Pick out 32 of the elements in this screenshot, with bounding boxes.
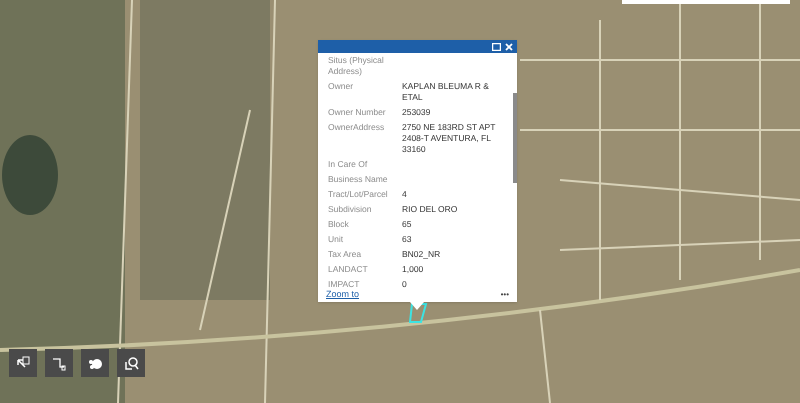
measure-tool-button[interactable]	[45, 349, 73, 377]
zoom-to-link[interactable]: Zoom to	[326, 288, 360, 302]
field-value: KAPLAN BLEUMA R & ETAL	[402, 81, 490, 103]
field-value: 253039	[402, 107, 432, 118]
close-icon[interactable]	[505, 42, 513, 50]
maximize-icon[interactable]	[492, 42, 501, 50]
field-label: Owner	[328, 81, 354, 93]
field-label: OwnerAddress	[328, 122, 386, 134]
scrollbar-thumb[interactable]	[513, 93, 517, 183]
field-value: 0	[402, 279, 408, 288]
field-value: BN02_NR	[402, 249, 442, 260]
field-value: 1,000	[402, 264, 424, 275]
field-label: IMPACT	[328, 279, 360, 288]
field-label: Business Name	[328, 174, 389, 185]
field-label: Owner Number	[328, 107, 387, 118]
field-label: Tax Area	[328, 249, 362, 260]
field-label: LANDACT	[328, 264, 369, 275]
field-value: 2750 NE 183RD ST APT 2408-T AVENTURA, FL 33160	[402, 122, 496, 155]
field-label: Situs (Physical Address)	[328, 55, 385, 77]
field-label: Tract/Lot/Parcel	[328, 189, 389, 200]
field-label: Block	[328, 219, 350, 230]
select-tool-button[interactable]	[9, 349, 37, 377]
field-value: 63	[402, 234, 412, 245]
layers-button[interactable]	[81, 349, 109, 377]
field-value: 65	[402, 219, 412, 230]
more-button[interactable]: •••	[500, 289, 509, 301]
field-value: 4	[402, 189, 408, 200]
field-label: Subdivision	[328, 204, 372, 215]
field-label: In Care Of	[328, 159, 368, 170]
zoom-tool-button[interactable]	[117, 349, 145, 377]
field-label: Unit	[328, 234, 344, 245]
field-value: RIO DEL ORO	[402, 204, 458, 215]
